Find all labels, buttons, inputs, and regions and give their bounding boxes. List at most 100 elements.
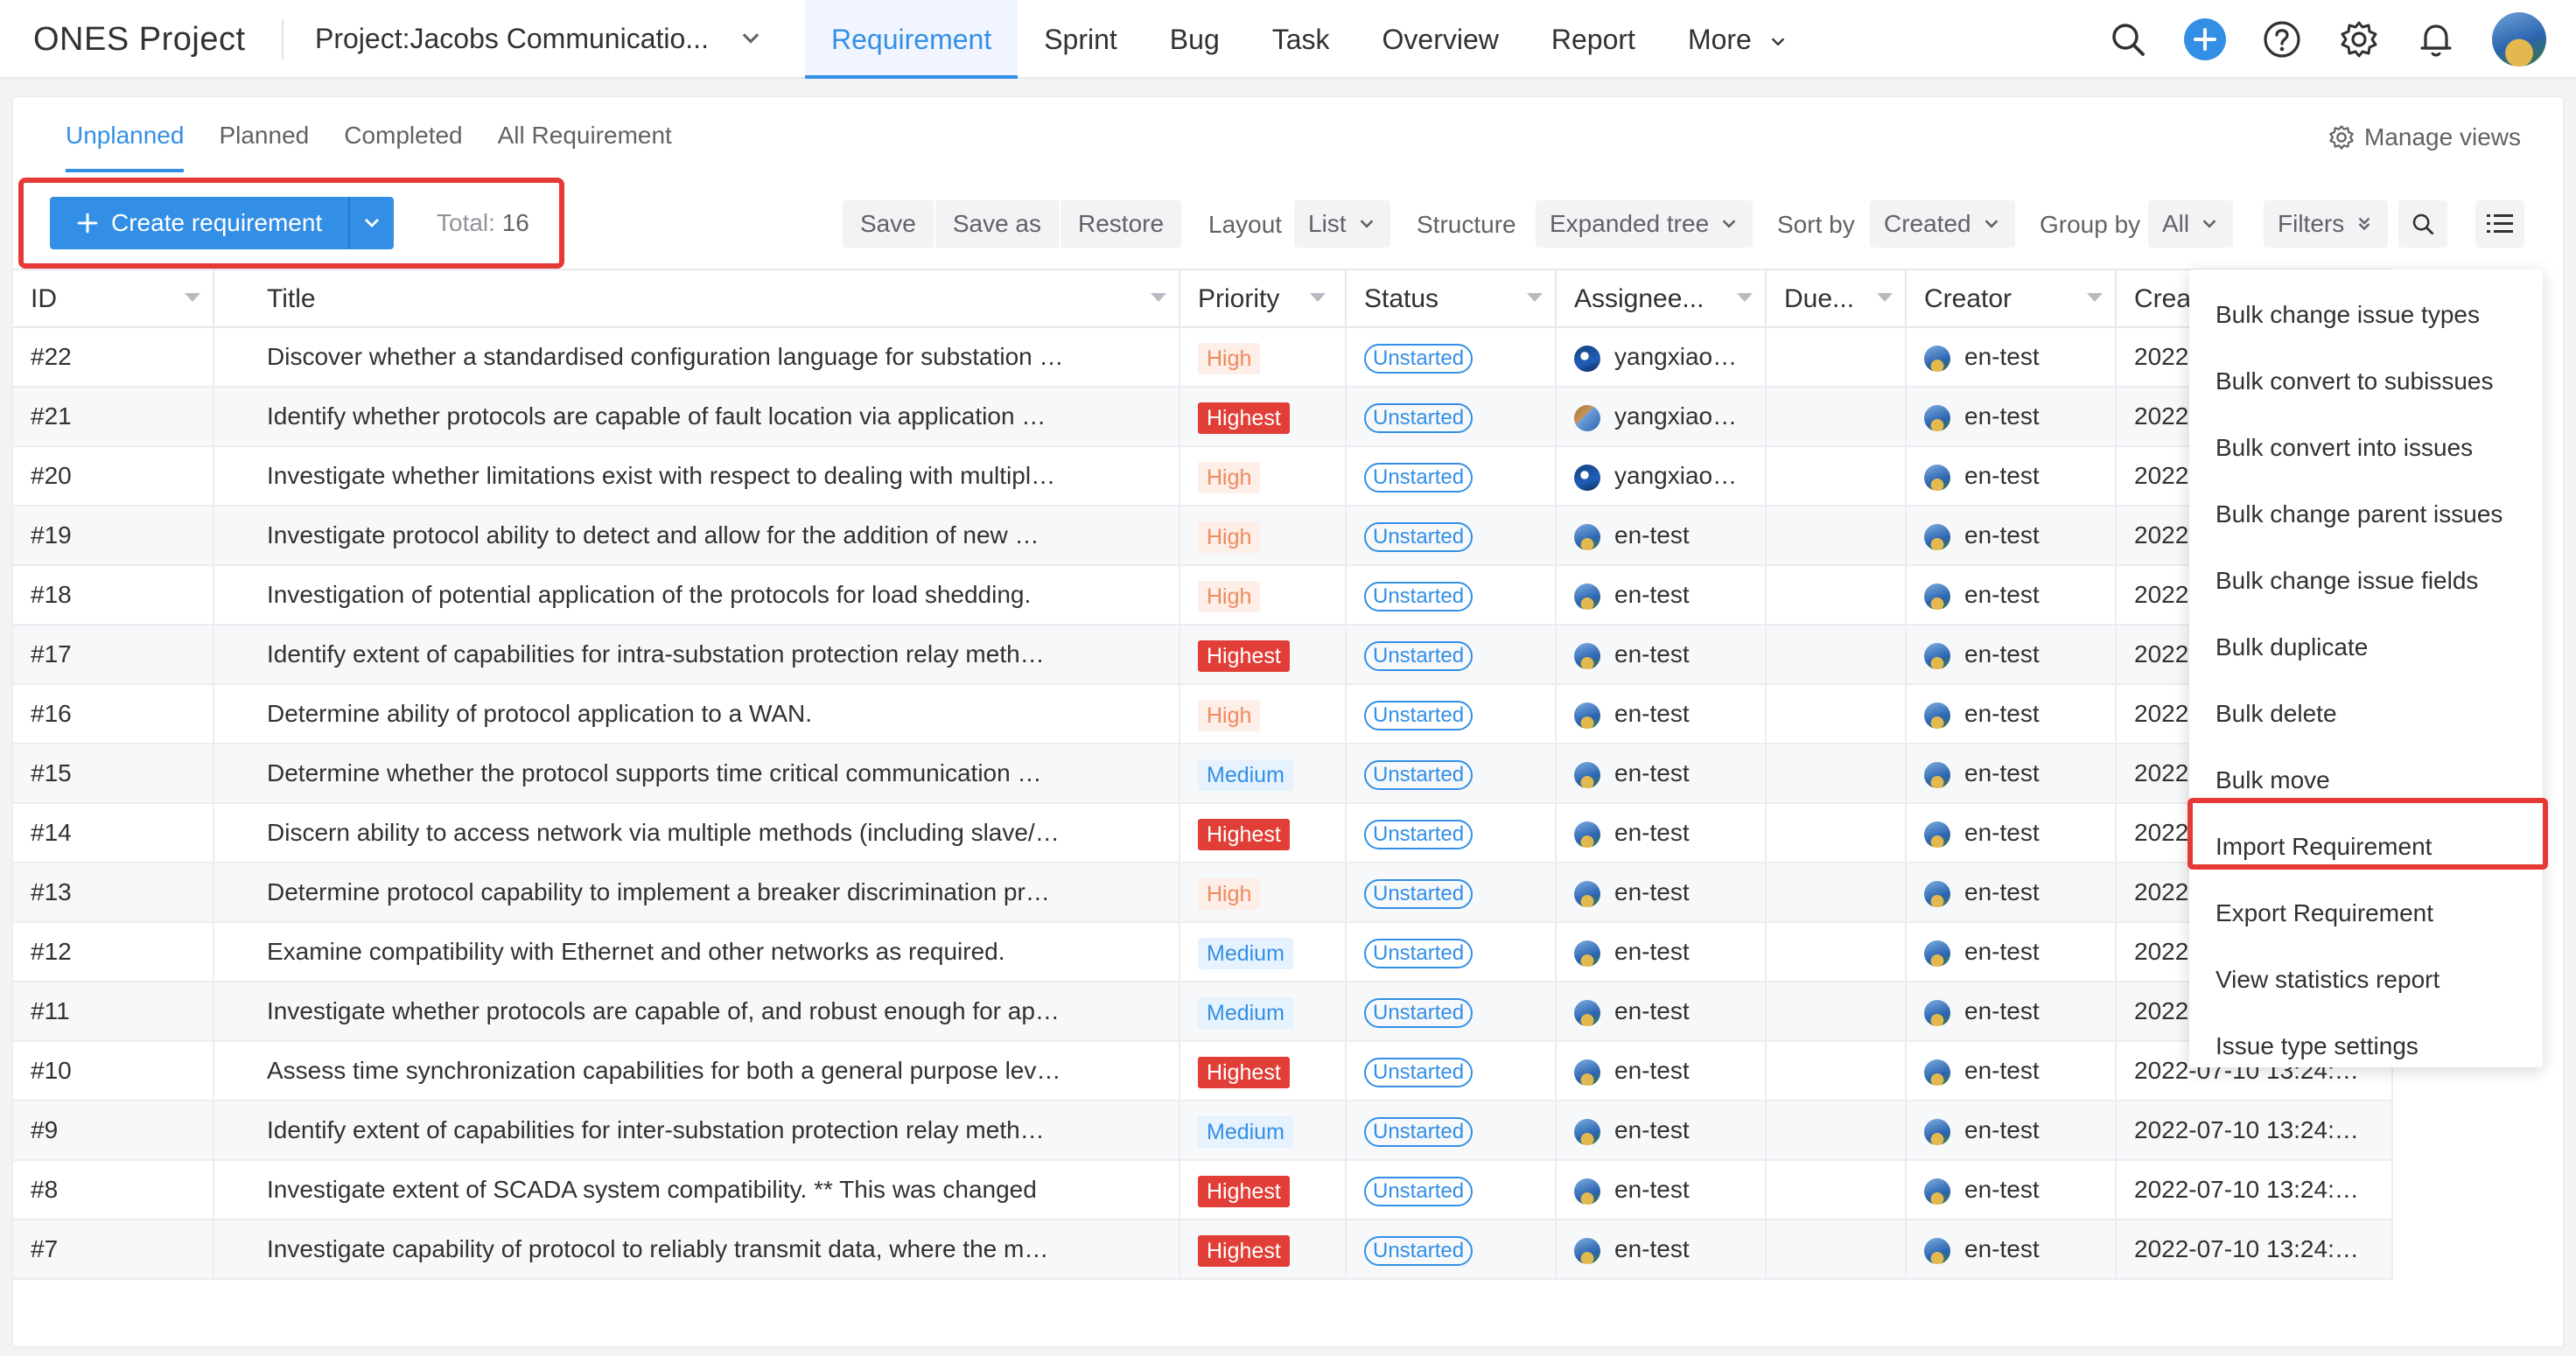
menu-item-bulk-change-parent-issues[interactable]: Bulk change parent issues <box>2189 481 2543 548</box>
layout-select[interactable]: List <box>1294 200 1390 248</box>
status-badge[interactable]: Unstarted <box>1364 581 1474 612</box>
cell-title[interactable]: Discover whether a standardised configur… <box>214 328 1180 386</box>
priority-badge[interactable]: Medium <box>1198 996 1293 1029</box>
filters-button[interactable]: Filters <box>2264 200 2389 248</box>
chevron-down-icon[interactable] <box>738 26 763 51</box>
user-avatar[interactable] <box>2492 12 2546 66</box>
tab-task[interactable]: Task <box>1246 0 1356 79</box>
column-header-id[interactable]: ID <box>13 270 214 328</box>
column-header-priority[interactable]: Priority <box>1180 270 1347 328</box>
menu-item-bulk-change-issue-fields[interactable]: Bulk change issue fields <box>2189 548 2543 614</box>
priority-badge[interactable]: Medium <box>1198 1115 1293 1148</box>
column-header-creator[interactable]: Creator <box>1907 270 2117 328</box>
cell-title[interactable]: Examine compatibility with Ethernet and … <box>214 923 1180 981</box>
cell-title[interactable]: Investigate protocol ability to detect a… <box>214 507 1180 564</box>
cell-title[interactable]: Assess time synchronization capabilities… <box>214 1042 1180 1100</box>
menu-item-view-statistics-report[interactable]: View statistics report <box>2189 947 2543 1013</box>
subtab-all-requirement[interactable]: All Requirement <box>498 122 672 172</box>
priority-badge[interactable]: Highest <box>1198 1056 1290 1088</box>
column-header-assignee[interactable]: Assignee... <box>1557 270 1767 328</box>
subtab-completed[interactable]: Completed <box>344 122 462 172</box>
structure-select[interactable]: Expanded tree <box>1536 200 1754 248</box>
column-header-title[interactable]: Title <box>214 270 1180 328</box>
gear-icon[interactable] <box>2338 18 2380 60</box>
project-selector[interactable]: Project:Jacobs Communicatio... <box>315 23 709 55</box>
status-badge[interactable]: Unstarted <box>1364 521 1474 552</box>
priority-badge[interactable]: High <box>1198 580 1261 612</box>
status-badge[interactable]: Unstarted <box>1364 1235 1474 1266</box>
menu-item-bulk-convert-into-issues[interactable]: Bulk convert into issues <box>2189 415 2543 481</box>
table-search-button[interactable] <box>2398 200 2447 248</box>
status-badge[interactable]: Unstarted <box>1364 819 1474 849</box>
cell-title[interactable]: Investigate extent of SCADA system compa… <box>214 1161 1180 1219</box>
column-header-status[interactable]: Status <box>1347 270 1557 328</box>
table-row[interactable]: #15 Determine whether the protocol suppor… <box>13 744 2393 804</box>
cell-title[interactable]: Identify extent of capabilities for intr… <box>214 626 1180 683</box>
table-row[interactable]: #19 Investigate protocol ability to detec… <box>13 507 2393 566</box>
menu-item-bulk-convert-to-subissues[interactable]: Bulk convert to subissues <box>2189 348 2543 415</box>
priority-badge[interactable]: Highest <box>1198 402 1290 434</box>
table-row[interactable]: #10 Assess time synchronization capabilit… <box>13 1042 2393 1101</box>
search-icon[interactable] <box>2107 18 2149 60</box>
cell-title[interactable]: Investigate capability of protocol to re… <box>214 1220 1180 1278</box>
manage-views-button[interactable]: Manage views <box>2328 123 2521 151</box>
priority-badge[interactable]: Medium <box>1198 758 1293 791</box>
group-select[interactable]: All <box>2148 200 2234 248</box>
table-row[interactable]: #9 Identify extent of capabilities for in… <box>13 1101 2393 1161</box>
menu-item-issue-type-settings[interactable]: Issue type settings <box>2189 1013 2543 1080</box>
table-row[interactable]: #7 Investigate capability of protocol to … <box>13 1220 2393 1280</box>
priority-badge[interactable]: High <box>1198 699 1261 731</box>
table-row[interactable]: #16 Determine ability of protocol applica… <box>13 685 2393 744</box>
cell-title[interactable]: Determine ability of protocol applicatio… <box>214 685 1180 743</box>
table-row[interactable]: #18 Investigation of potential applicatio… <box>13 566 2393 626</box>
save-button[interactable]: Save <box>843 200 935 248</box>
priority-badge[interactable]: Highest <box>1198 818 1290 850</box>
table-row[interactable]: #17 Identify extent of capabilities for i… <box>13 626 2393 685</box>
tab-overview[interactable]: Overview <box>1356 0 1525 79</box>
table-row[interactable]: #21 Identify whether protocols are capabl… <box>13 388 2393 447</box>
subtab-unplanned[interactable]: Unplanned <box>66 122 185 172</box>
table-row[interactable]: #20 Investigate whether limitations exist… <box>13 447 2393 507</box>
table-row[interactable]: #22 Discover whether a standardised confi… <box>13 328 2393 388</box>
tab-requirement[interactable]: Requirement <box>805 0 1018 79</box>
tab-sprint[interactable]: Sprint <box>1018 0 1144 79</box>
status-badge[interactable]: Unstarted <box>1364 1116 1474 1147</box>
table-row[interactable]: #11 Investigate whether protocols are cap… <box>13 982 2393 1042</box>
status-badge[interactable]: Unstarted <box>1364 759 1474 790</box>
status-badge[interactable]: Unstarted <box>1364 640 1474 671</box>
menu-item-export-requirement[interactable]: Export Requirement <box>2189 880 2543 947</box>
status-badge[interactable]: Unstarted <box>1364 1176 1474 1206</box>
cell-title[interactable]: Investigate whether limitations exist wi… <box>214 447 1180 505</box>
table-row[interactable]: #12 Examine compatibility with Ethernet a… <box>13 923 2393 982</box>
tab-bug[interactable]: Bug <box>1144 0 1246 79</box>
priority-badge[interactable]: Medium <box>1198 937 1293 969</box>
status-badge[interactable]: Unstarted <box>1364 700 1474 730</box>
bell-icon[interactable] <box>2415 18 2457 60</box>
status-badge[interactable]: Unstarted <box>1364 343 1474 374</box>
priority-badge[interactable]: Highest <box>1198 1234 1290 1267</box>
cell-title[interactable]: Identify extent of capabilities for inte… <box>214 1101 1180 1159</box>
menu-item-bulk-change-issue-types[interactable]: Bulk change issue types <box>2189 282 2543 348</box>
cell-title[interactable]: Identify whether protocols are capable o… <box>214 388 1180 445</box>
cell-title[interactable]: Discern ability to access network via mu… <box>214 804 1180 862</box>
table-row[interactable]: #14 Discern ability to access network via… <box>13 804 2393 863</box>
save-as-button[interactable]: Save as <box>935 200 1060 248</box>
priority-badge[interactable]: High <box>1198 521 1261 553</box>
tab-more[interactable]: More <box>1662 0 1814 79</box>
more-actions-button[interactable] <box>2475 200 2524 248</box>
cell-title[interactable]: Determine protocol capability to impleme… <box>214 863 1180 921</box>
subtab-planned[interactable]: Planned <box>219 122 309 172</box>
priority-badge[interactable]: High <box>1198 461 1261 493</box>
status-badge[interactable]: Unstarted <box>1364 938 1474 968</box>
cell-title[interactable]: Investigate whether protocols are capabl… <box>214 982 1180 1040</box>
cell-title[interactable]: Investigation of potential application o… <box>214 566 1180 624</box>
status-badge[interactable]: Unstarted <box>1364 462 1474 493</box>
menu-item-bulk-delete[interactable]: Bulk delete <box>2189 681 2543 747</box>
help-icon[interactable] <box>2261 18 2303 60</box>
restore-button[interactable]: Restore <box>1060 200 1181 248</box>
sort-select[interactable]: Created <box>1870 200 2015 248</box>
priority-badge[interactable]: Highest <box>1198 1175 1290 1207</box>
cell-title[interactable]: Determine whether the protocol supports … <box>214 744 1180 802</box>
status-badge[interactable]: Unstarted <box>1364 1057 1474 1087</box>
priority-badge[interactable]: Highest <box>1198 640 1290 672</box>
